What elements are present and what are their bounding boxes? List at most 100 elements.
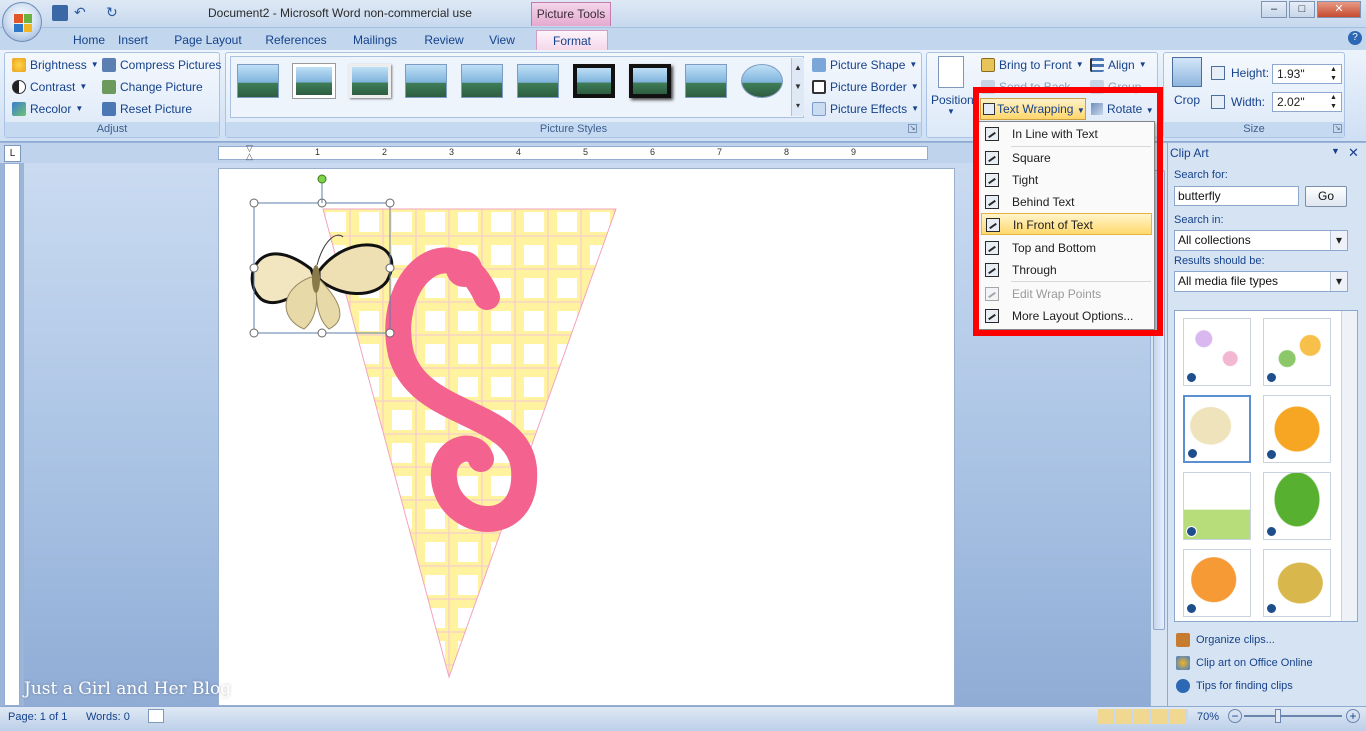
- reset-picture-button[interactable]: Reset Picture: [102, 99, 192, 119]
- picture-style-2[interactable]: [293, 64, 335, 98]
- bring-to-front-button[interactable]: Bring to Front ▼: [981, 55, 1084, 75]
- pencil-icon: [812, 80, 826, 94]
- results-scrollbar[interactable]: [1341, 311, 1357, 621]
- tab-review[interactable]: Review: [416, 30, 472, 50]
- change-picture-button[interactable]: Change Picture: [102, 77, 203, 97]
- zoom-level[interactable]: 70%: [1197, 711, 1219, 723]
- tab-insert[interactable]: Insert: [106, 30, 160, 50]
- undo-icon[interactable]: ↶: [74, 5, 90, 21]
- title-bar: [0, 0, 1366, 28]
- picture-shape-button[interactable]: Picture Shape ▼: [812, 55, 917, 75]
- minimize-button[interactable]: –: [1261, 1, 1287, 18]
- picture-style-3[interactable]: [349, 64, 391, 98]
- organize-clips-link[interactable]: Organize clips...: [1196, 634, 1275, 646]
- tab-mailings[interactable]: Mailings: [342, 30, 408, 50]
- height-spinner[interactable]: ▲ ▼: [1330, 65, 1337, 83]
- ruler-number: 6: [650, 147, 656, 157]
- chevron-down-icon: ▼: [1138, 60, 1147, 69]
- brightness-button[interactable]: Brightness ▼: [12, 55, 99, 75]
- picture-style-7[interactable]: [573, 64, 615, 98]
- picture-border-button[interactable]: Picture Border ▼: [812, 77, 919, 97]
- search-in-select[interactable]: All collections: [1174, 230, 1348, 251]
- clip-thumb[interactable]: [1263, 395, 1331, 463]
- picture-style-9[interactable]: [685, 64, 727, 98]
- document-page[interactable]: [218, 168, 955, 706]
- chevron-down-icon: ▼: [947, 107, 955, 116]
- zoom-slider-thumb[interactable]: [1275, 709, 1281, 723]
- page-count[interactable]: Page: 1 of 1: [8, 711, 67, 723]
- bring-to-front-label: Bring to Front: [999, 58, 1072, 72]
- chevron-down-icon: ▼: [911, 104, 920, 113]
- recolor-button[interactable]: Recolor ▼: [12, 99, 83, 119]
- results-label: Results should be:: [1174, 255, 1265, 267]
- close-button[interactable]: ✕: [1317, 1, 1361, 18]
- go-button[interactable]: Go: [1305, 186, 1347, 207]
- office-logo-icon: [14, 14, 32, 32]
- ruler-number: 4: [516, 147, 522, 157]
- picture-style-10[interactable]: [741, 64, 783, 98]
- page-artwork: [249, 174, 617, 679]
- width-spinner[interactable]: ▲ ▼: [1330, 93, 1337, 111]
- chevron-down-icon: ▼: [1145, 106, 1154, 115]
- tab-view[interactable]: View: [480, 30, 524, 50]
- picture-style-1[interactable]: [237, 64, 279, 98]
- position-icon: [938, 56, 964, 88]
- chevron-down-icon: ▼: [79, 82, 88, 91]
- zoom-in-icon[interactable]: +: [1346, 709, 1360, 723]
- picture-style-8[interactable]: [629, 64, 671, 98]
- width-label: Width:: [1231, 95, 1266, 109]
- zoom-out-icon[interactable]: −: [1228, 709, 1242, 723]
- compress-pictures-button[interactable]: Compress Pictures: [102, 55, 221, 75]
- clip-thumb[interactable]: [1183, 549, 1251, 617]
- pane-options-icon[interactable]: ▼: [1331, 146, 1340, 156]
- recolor-icon: [12, 102, 26, 116]
- text-wrapping-button[interactable]: Text Wrapping ▼: [980, 98, 1086, 120]
- close-icon[interactable]: ✕: [1348, 145, 1359, 161]
- picture-style-4[interactable]: [405, 64, 447, 98]
- results-select[interactable]: All media file types: [1174, 271, 1348, 292]
- tab-selector[interactable]: L: [4, 145, 21, 162]
- tab-format[interactable]: Format: [536, 30, 608, 50]
- office-online-icon: [1176, 656, 1190, 670]
- align-button[interactable]: Align ▼: [1090, 55, 1147, 75]
- clip-thumb[interactable]: [1263, 549, 1331, 617]
- tab-page-layout[interactable]: Page Layout: [168, 30, 248, 50]
- redo-icon[interactable]: ↻: [106, 5, 122, 21]
- horizontal-ruler[interactable]: 1 2 3 4 5 6 7 8 9: [218, 146, 928, 160]
- picture-style-6[interactable]: [517, 64, 559, 98]
- clip-art-online-link[interactable]: Clip art on Office Online: [1196, 657, 1313, 669]
- dialog-launcher-icon[interactable]: ↘: [908, 124, 917, 133]
- ruler-number: 2: [382, 147, 388, 157]
- position-button[interactable]: Position: [931, 93, 974, 107]
- contrast-button[interactable]: Contrast ▼: [12, 77, 87, 97]
- clip-thumb[interactable]: [1263, 318, 1331, 386]
- indent-marker[interactable]: ▽ △: [246, 144, 256, 162]
- zoom-slider-track[interactable]: [1244, 715, 1342, 717]
- office-button[interactable]: [2, 2, 42, 42]
- clip-thumb[interactable]: [1183, 472, 1251, 540]
- gallery-scroll[interactable]: ▲ ▼ ▾: [791, 58, 804, 116]
- proofing-icon[interactable]: [148, 709, 164, 723]
- help-icon[interactable]: ?: [1348, 31, 1362, 45]
- tips-link[interactable]: Tips for finding clips: [1196, 680, 1293, 692]
- word-count[interactable]: Words: 0: [86, 711, 130, 723]
- picture-effects-button[interactable]: Picture Effects ▼: [812, 99, 919, 119]
- search-input[interactable]: butterfly: [1174, 186, 1299, 206]
- clip-thumb[interactable]: [1183, 318, 1251, 386]
- dialog-launcher-icon[interactable]: ↘: [1333, 124, 1342, 133]
- tab-references[interactable]: References: [258, 30, 334, 50]
- view-buttons[interactable]: [1098, 709, 1188, 724]
- vertical-ruler[interactable]: [4, 163, 20, 706]
- clip-thumb-selected[interactable]: [1183, 395, 1251, 463]
- picture-styles-group-label: Picture Styles: [226, 122, 921, 137]
- clip-thumb[interactable]: [1263, 472, 1331, 540]
- highlight-box: [973, 87, 1163, 336]
- crop-button[interactable]: Crop: [1174, 93, 1200, 107]
- save-icon[interactable]: [52, 5, 68, 21]
- help-icon: [1176, 679, 1190, 693]
- effects-icon: [812, 102, 826, 116]
- maximize-button[interactable]: □: [1289, 1, 1315, 18]
- picture-style-5[interactable]: [461, 64, 503, 98]
- ruler-number: 7: [717, 147, 723, 157]
- rotate-icon: [1091, 103, 1103, 115]
